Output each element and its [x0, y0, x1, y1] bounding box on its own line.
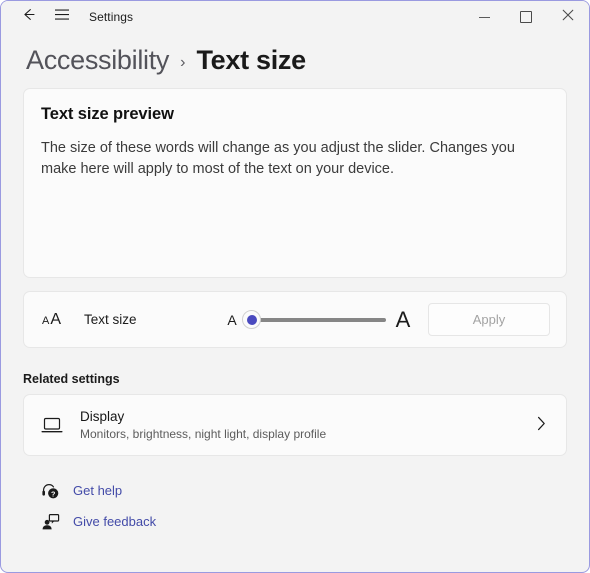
back-arrow-icon — [20, 6, 37, 28]
text-size-icon-large-a: A — [50, 310, 62, 328]
slider-thumb[interactable] — [242, 310, 261, 329]
title-bar: Settings — [1, 1, 589, 33]
slider-thumb-dot — [246, 314, 257, 325]
text-size-setting-card: A A Text size A A Apply — [23, 291, 567, 348]
page-title: Text size — [196, 45, 306, 75]
window-controls — [463, 1, 589, 33]
related-setting-display[interactable]: Display Monitors, brightness, night ligh… — [23, 394, 567, 456]
text-size-slider[interactable] — [242, 309, 386, 331]
chevron-right-icon[interactable] — [537, 416, 552, 434]
text-size-slider-group: A A — [224, 307, 414, 333]
hamburger-menu-button[interactable] — [45, 2, 79, 32]
laptop-display-icon — [24, 416, 80, 435]
close-button[interactable] — [547, 1, 589, 33]
settings-window: Settings Accessibility › Text size Text … — [0, 0, 590, 573]
slider-max-label: A — [395, 306, 411, 332]
text-size-preview-card: Text size preview The size of these word… — [23, 88, 567, 278]
apply-button[interactable]: Apply — [428, 303, 550, 336]
give-feedback-link[interactable]: Give feedback — [41, 509, 567, 534]
maximize-icon — [520, 11, 532, 23]
hamburger-menu-icon — [54, 8, 70, 26]
get-help-icon: ? — [41, 482, 73, 500]
preview-title: Text size preview — [41, 105, 174, 123]
text-size-label: Text size — [84, 312, 137, 327]
svg-text:?: ? — [51, 489, 55, 498]
give-feedback-icon — [41, 513, 73, 531]
breadcrumb-parent-accessibility[interactable]: Accessibility — [26, 45, 169, 76]
breadcrumb-separator-icon: › — [180, 54, 186, 71]
get-help-label[interactable]: Get help — [73, 483, 122, 498]
back-button[interactable] — [11, 2, 45, 32]
text-size-icon-small-a: A — [42, 314, 50, 327]
page-content: Text size preview The size of these word… — [1, 88, 589, 534]
slider-min-label: A — [227, 311, 237, 328]
minimize-icon — [478, 16, 490, 18]
minimize-button[interactable] — [463, 1, 505, 33]
get-help-link[interactable]: ? Get help — [41, 478, 567, 503]
slider-track[interactable] — [249, 317, 386, 322]
give-feedback-label[interactable]: Give feedback — [73, 514, 156, 529]
breadcrumb: Accessibility › Text size — [1, 33, 589, 81]
close-icon — [562, 8, 574, 26]
preview-body: The size of these words will change as y… — [41, 140, 515, 177]
display-subtitle: Monitors, brightness, night light, displ… — [80, 427, 327, 442]
app-title: Settings — [89, 10, 134, 24]
display-title: Display — [80, 408, 125, 424]
related-settings-heading: Related settings — [23, 372, 120, 386]
display-row-text: Display Monitors, brightness, night ligh… — [80, 409, 537, 442]
help-links: ? Get help Give feedback — [23, 478, 567, 534]
text-size-icon: A A — [38, 311, 76, 329]
maximize-button[interactable] — [505, 1, 547, 33]
